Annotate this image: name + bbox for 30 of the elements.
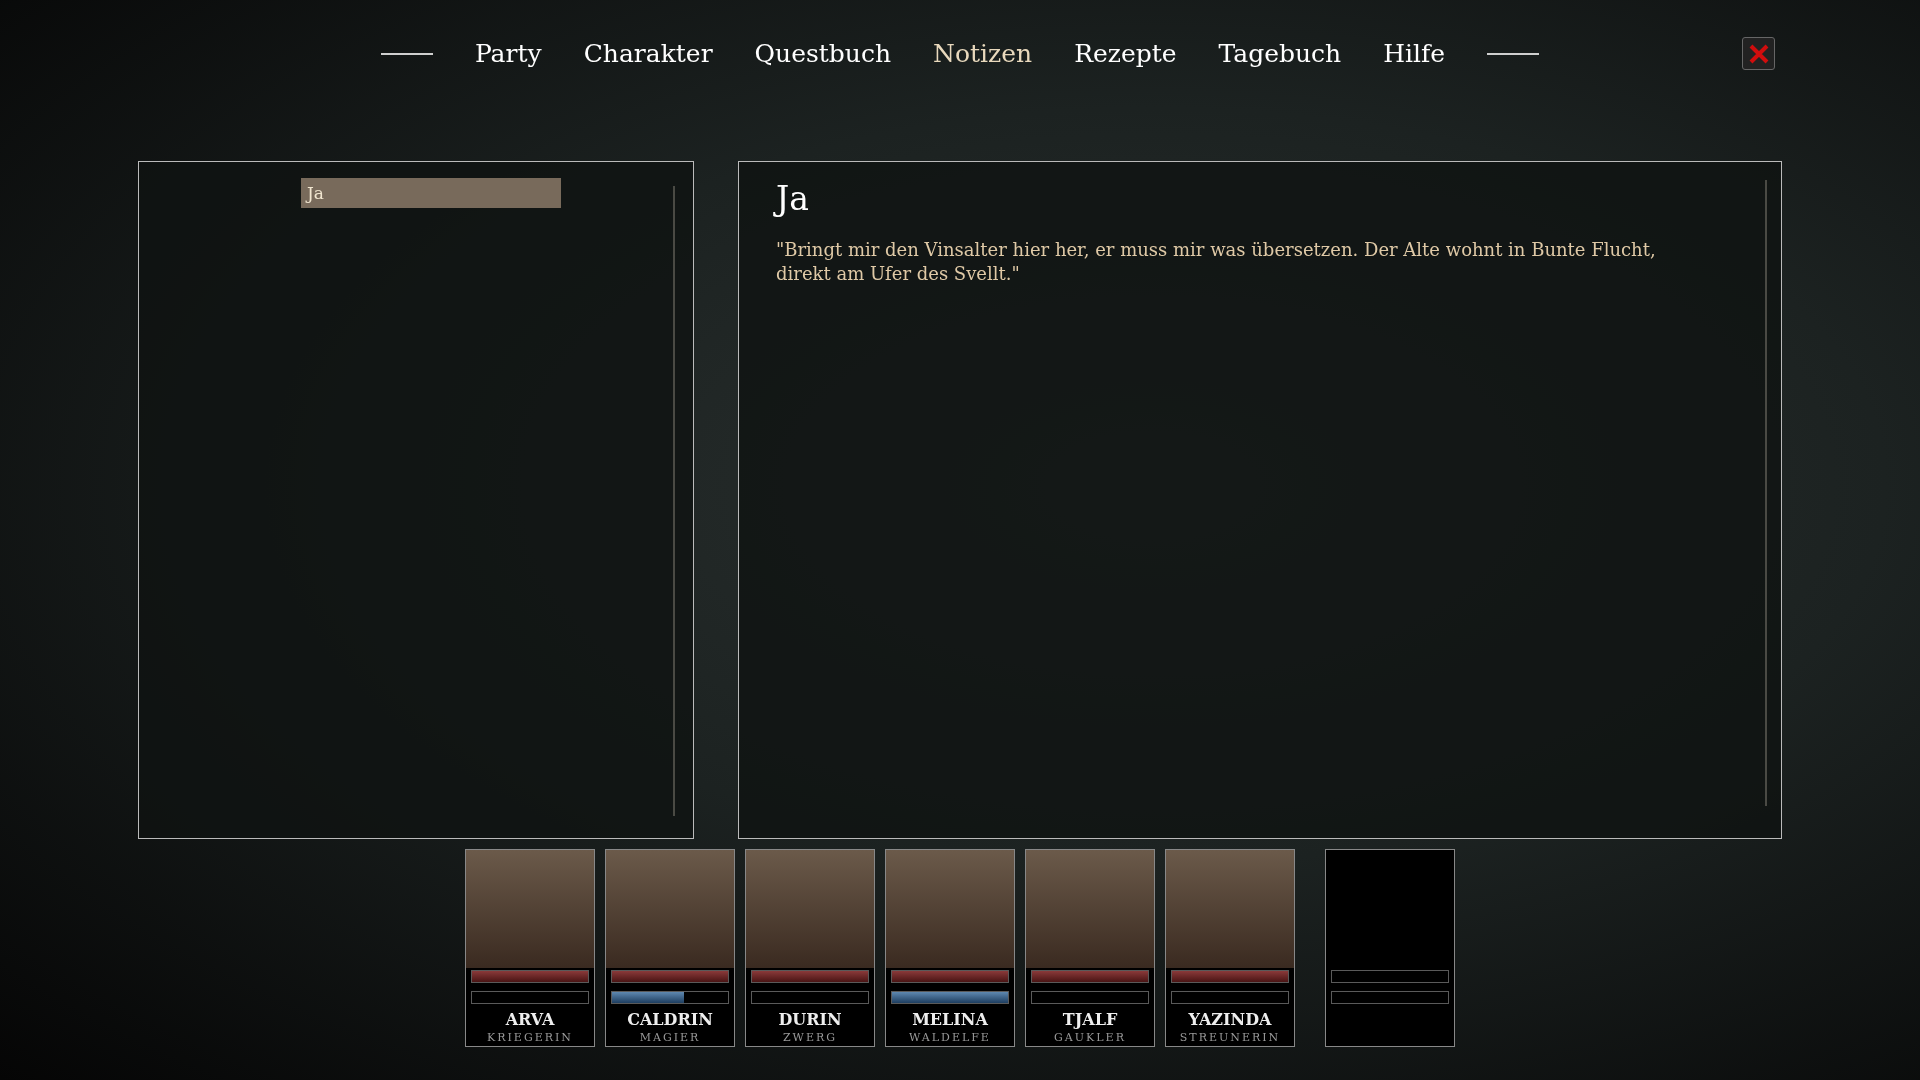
member-name: YAZINDA	[1188, 1009, 1272, 1030]
nav-tab[interactable]: Notizen	[933, 35, 1033, 73]
member-name: MELINA	[912, 1009, 988, 1030]
member-name: ARVA	[505, 1009, 555, 1030]
member-class: ZWERG	[782, 1029, 838, 1046]
member-name: TJALF	[1062, 1009, 1118, 1030]
nav-tab[interactable]: Party	[474, 35, 542, 73]
member-class: KRIEGERIN	[487, 1029, 573, 1046]
member-class: MAGIER	[639, 1029, 701, 1046]
nav-tab[interactable]: Rezepte	[1074, 35, 1177, 73]
nav-tab[interactable]: Questbuch	[754, 35, 892, 73]
close-icon	[1747, 42, 1770, 65]
member-name: DURIN	[778, 1009, 842, 1030]
member-class: WALDELFE	[909, 1029, 991, 1046]
empty-party-slot[interactable]	[1325, 849, 1455, 1047]
note-text: "Bringt mir den Vinsalter hier her, er muss mir was übersetzen. Der Alte wohnt in Bunte Flucht, direkt am Ufer des Svellt."	[776, 237, 1657, 286]
nav-tab[interactable]: Hilfe	[1383, 35, 1446, 73]
note-list-item[interactable]: Ja	[301, 178, 561, 208]
party-member-card[interactable]: CALDRIN MAGIER	[605, 849, 735, 1047]
party-member-card[interactable]: TJALF GAUKLER	[1025, 849, 1155, 1047]
member-class: STREUNERIN	[1179, 1029, 1281, 1046]
nav-tab[interactable]: Charakter	[583, 35, 713, 73]
member-name: CALDRIN	[627, 1009, 713, 1030]
nav-tab[interactable]: Tagebuch	[1218, 35, 1342, 73]
close-button[interactable]	[1742, 37, 1775, 70]
party-member-card[interactable]: ARVA KRIEGERIN	[465, 849, 595, 1047]
party-member-card[interactable]: DURIN ZWERG	[745, 849, 875, 1047]
member-class: GAUKLER	[1054, 1029, 1126, 1046]
party-member-card[interactable]: MELINA WALDELFE	[885, 849, 1015, 1047]
party-member-card[interactable]: YAZINDA STREUNERIN	[1165, 849, 1295, 1047]
